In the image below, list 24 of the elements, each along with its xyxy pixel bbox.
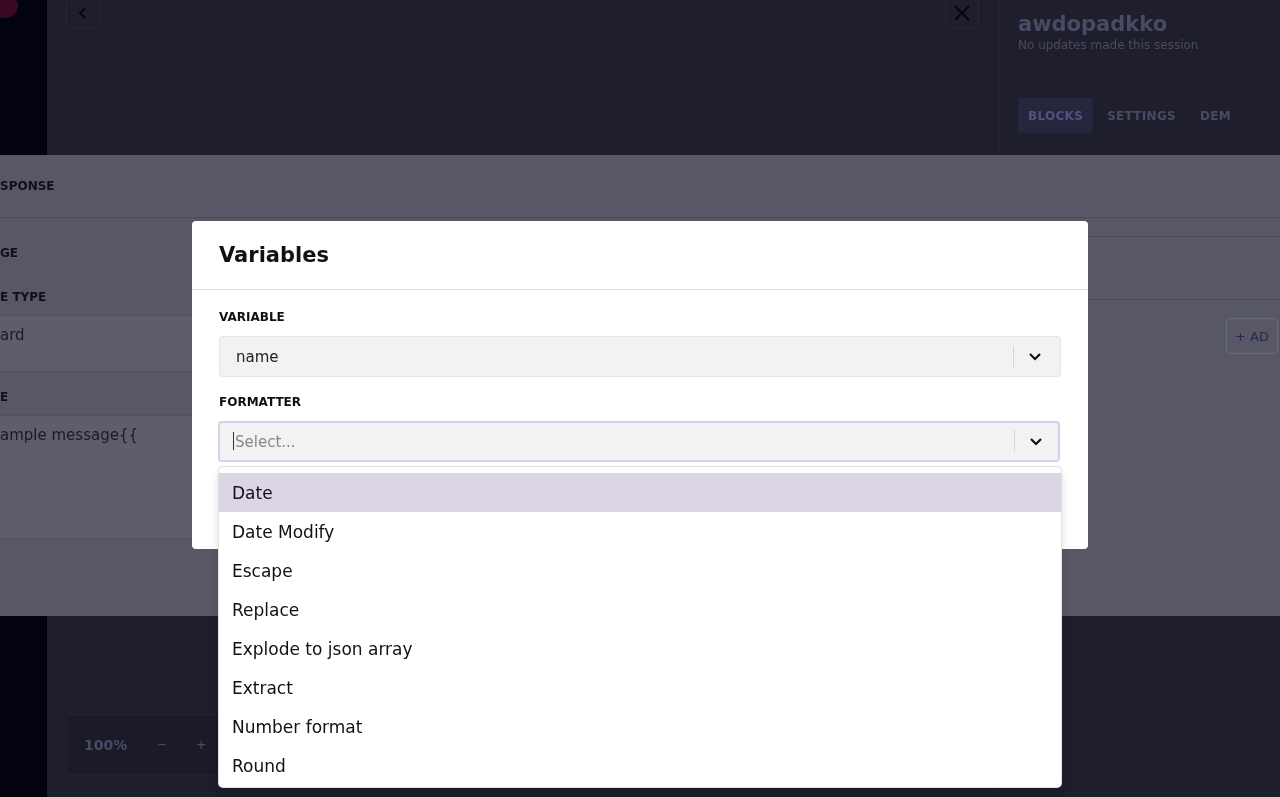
close-button[interactable] (945, 0, 979, 28)
field-label: VARIABLE (219, 310, 286, 326)
menu-option[interactable]: Number format (219, 707, 1061, 746)
variable-select[interactable]: name (219, 336, 1061, 377)
dialog-title: Variables (219, 243, 329, 267)
menu-option[interactable]: Explode to json array (219, 629, 1061, 668)
field-label: E TYPE (0, 290, 48, 306)
menu-option[interactable]: Date Modify (219, 512, 1061, 551)
menu-option[interactable]: Replace (219, 590, 1061, 629)
chevron-down-icon (1029, 437, 1043, 446)
project-title: awdopadkko (1018, 12, 1169, 36)
close-icon (953, 4, 971, 22)
formatter-select[interactable]: Select... (218, 421, 1060, 462)
menu-option[interactable]: Round (219, 746, 1061, 785)
chevron-down-icon (1028, 352, 1042, 361)
field-label: E (0, 390, 10, 406)
menu-option[interactable]: Extract (219, 668, 1061, 707)
zoom-level: 100% (84, 737, 128, 753)
menu-option[interactable]: Escape (219, 551, 1061, 590)
field-label: FORMATTER (219, 395, 303, 411)
modal-title: SPONSE (0, 179, 55, 193)
back-button[interactable] (66, 0, 100, 28)
field-label: GE (0, 246, 20, 262)
menu-option[interactable]: Date (219, 473, 1061, 512)
